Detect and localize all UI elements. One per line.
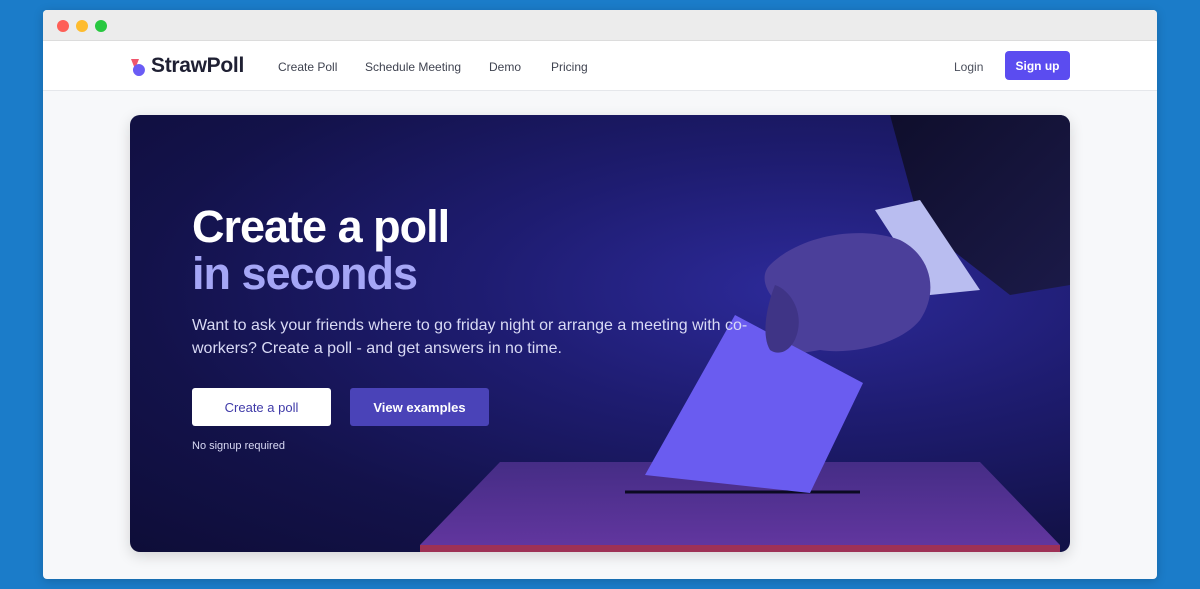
close-window-button[interactable] xyxy=(57,20,69,32)
create-poll-button[interactable]: Create a poll xyxy=(192,388,331,426)
browser-window: StrawPoll Create Poll Schedule Meeting D… xyxy=(43,10,1157,579)
nav-create-poll[interactable]: Create Poll xyxy=(278,60,337,74)
maximize-window-button[interactable] xyxy=(95,20,107,32)
hero-title: Create a poll in seconds xyxy=(192,201,450,299)
window-titlebar xyxy=(43,10,1157,41)
nav-schedule-meeting[interactable]: Schedule Meeting xyxy=(365,60,461,74)
brand-name: StrawPoll xyxy=(151,54,244,77)
hero-title-line2: in seconds xyxy=(192,248,418,299)
view-examples-button[interactable]: View examples xyxy=(350,388,489,426)
hero-subtitle: Want to ask your friends where to go fri… xyxy=(192,317,748,357)
brand-logo[interactable]: StrawPoll xyxy=(129,54,244,78)
signup-button[interactable]: Sign up xyxy=(1005,51,1070,80)
login-link[interactable]: Login xyxy=(954,60,983,74)
hero-banner: Create a poll in seconds Want to ask you… xyxy=(130,115,1070,552)
minimize-window-button[interactable] xyxy=(76,20,88,32)
nav-pricing[interactable]: Pricing xyxy=(551,60,588,74)
no-signup-note: No signup required xyxy=(192,440,285,452)
top-navbar: StrawPoll Create Poll Schedule Meeting D… xyxy=(43,41,1157,91)
nav-demo[interactable]: Demo xyxy=(489,60,521,74)
strawpoll-logo-icon xyxy=(131,59,145,76)
hero-title-line1: Create a poll xyxy=(192,201,450,252)
